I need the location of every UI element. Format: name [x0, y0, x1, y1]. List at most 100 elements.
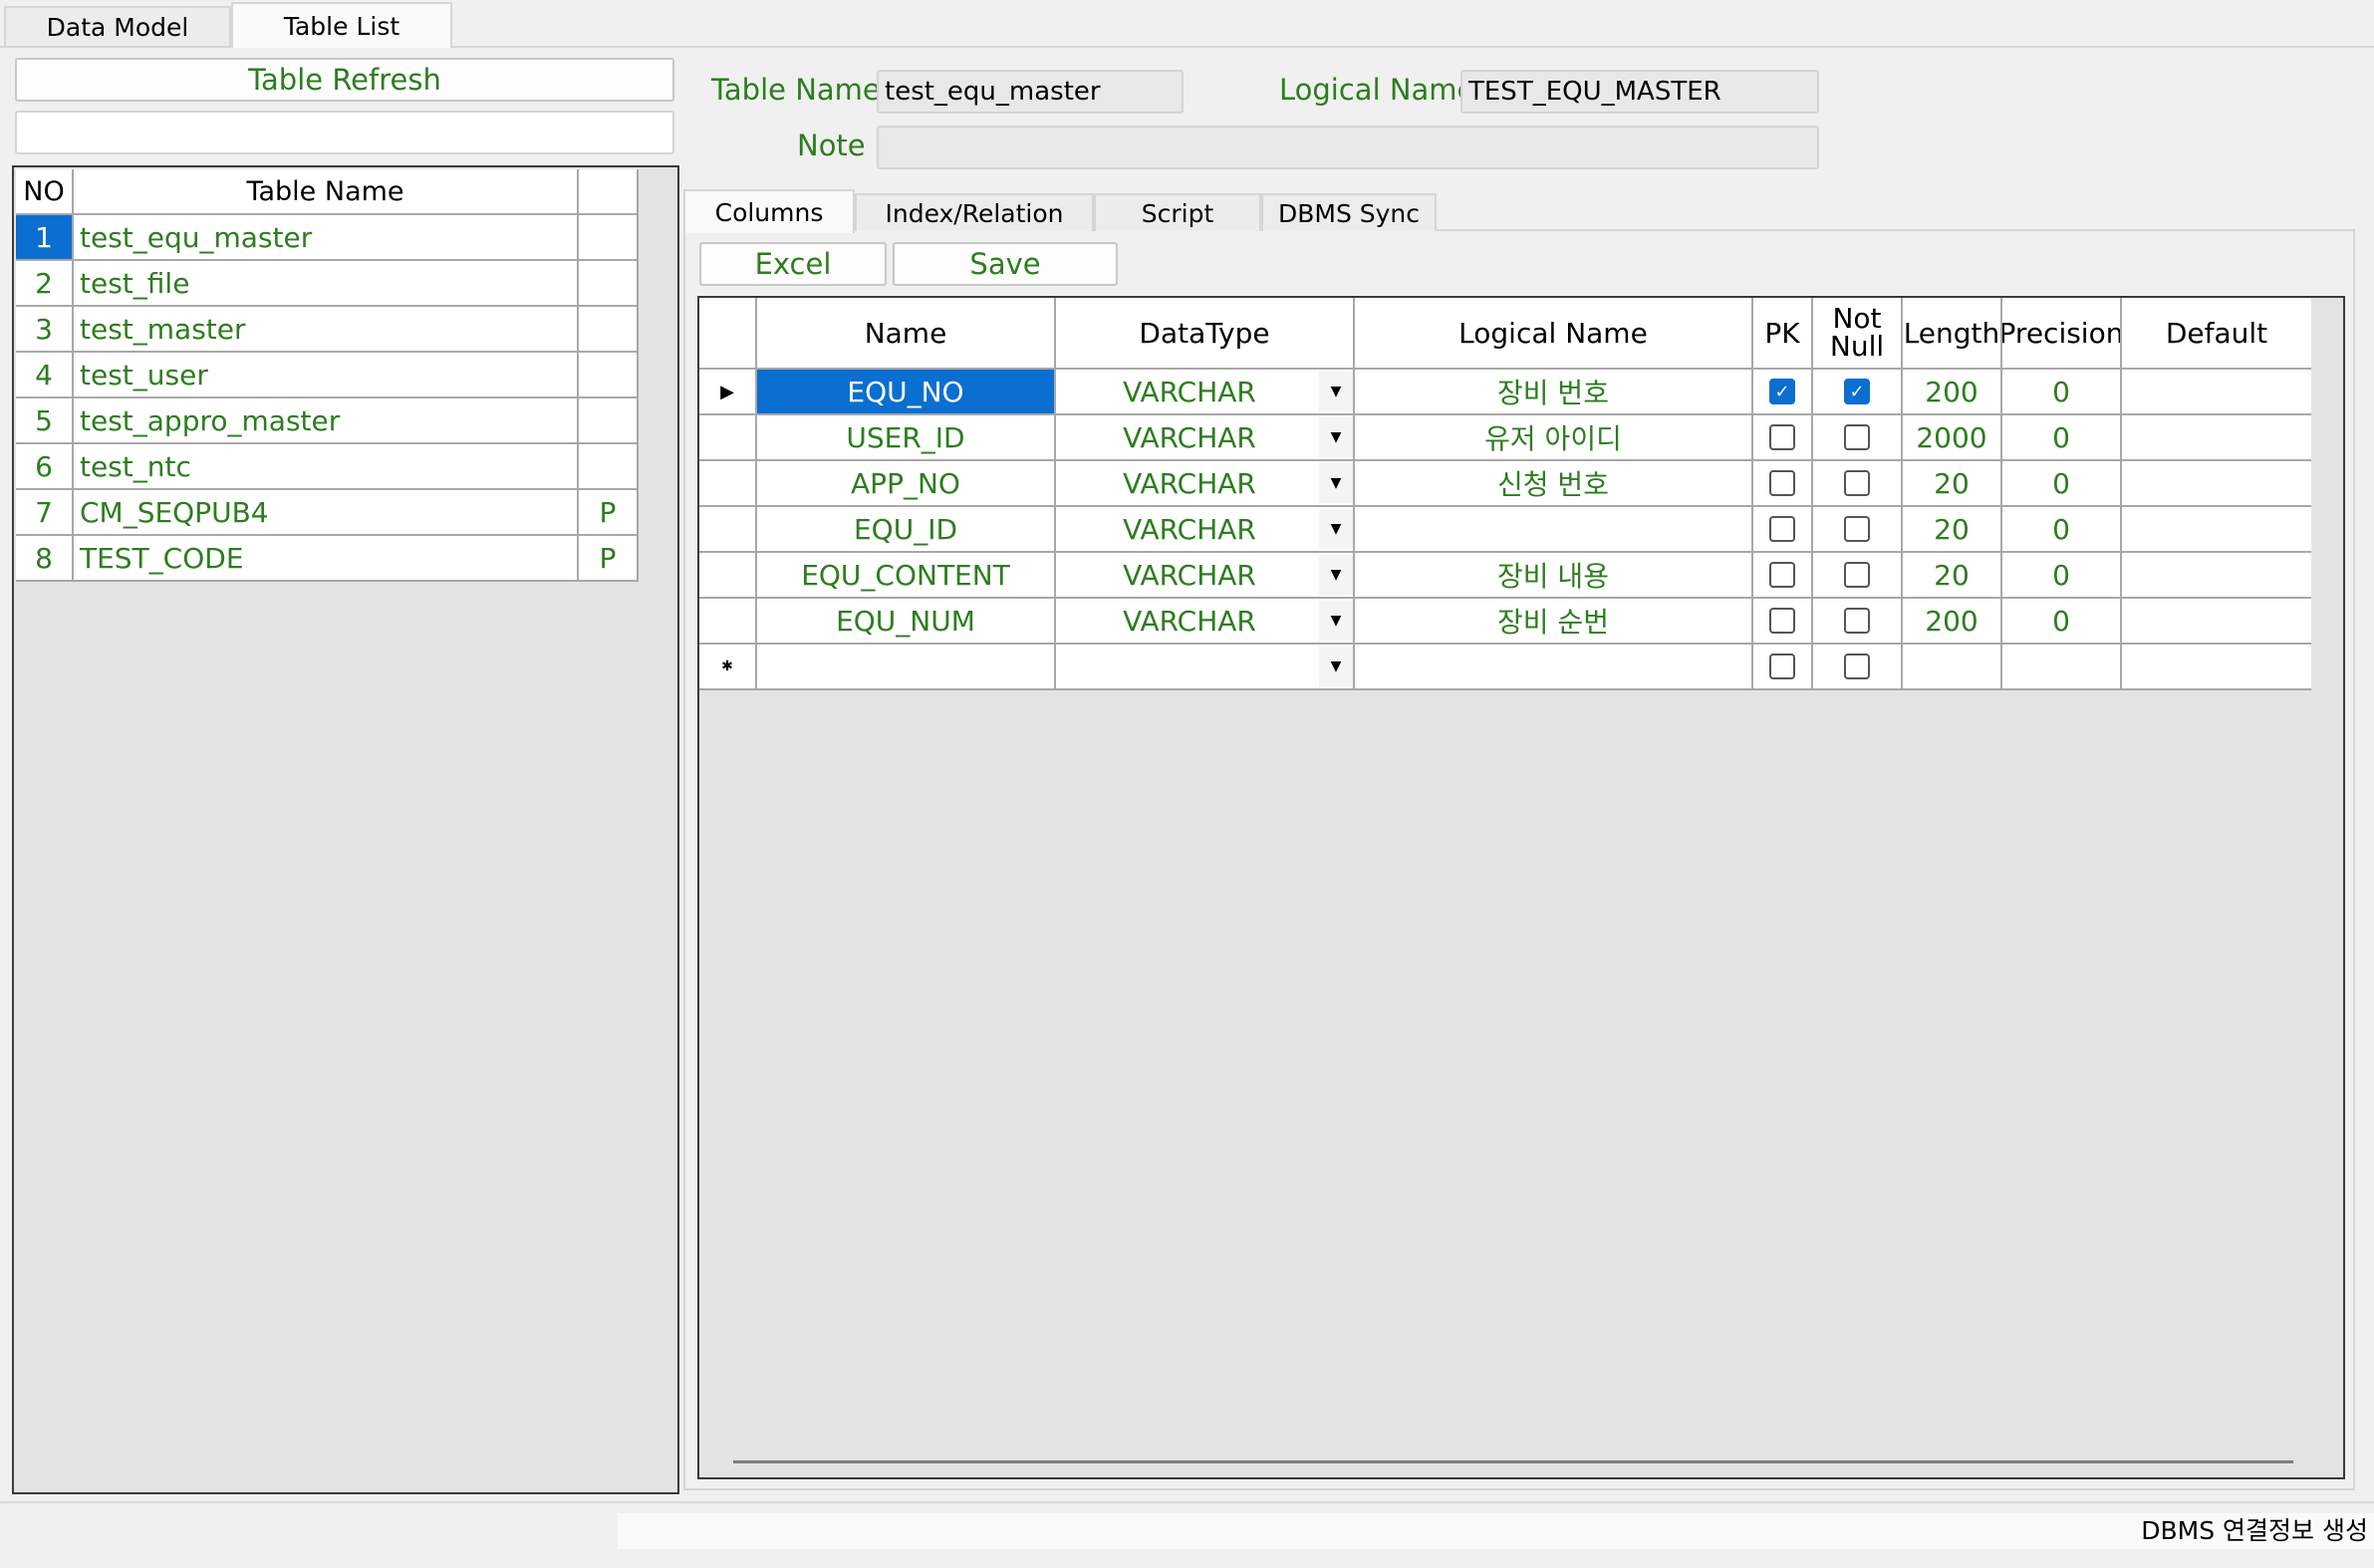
- table-list-no[interactable]: 2: [16, 261, 74, 307]
- pk-checkbox[interactable]: [1769, 516, 1795, 542]
- column-header-precision[interactable]: Precision: [2002, 298, 2122, 370]
- cell-pk[interactable]: ✓: [1753, 370, 1813, 415]
- not-null-checkbox[interactable]: [1844, 562, 1870, 588]
- table-list-row[interactable]: 4 test_user: [16, 353, 639, 398]
- not-null-checkbox[interactable]: [1844, 608, 1870, 634]
- cell-name[interactable]: EQU_ID: [757, 507, 1056, 553]
- row-selector[interactable]: [699, 461, 757, 507]
- cell-datatype[interactable]: VARCHAR ▼: [1056, 461, 1355, 507]
- dropdown-arrow-icon[interactable]: ▼: [1319, 555, 1353, 595]
- row-selector[interactable]: [699, 415, 757, 461]
- horizontal-scrollbar[interactable]: [733, 1460, 2293, 1463]
- cell-length[interactable]: 20: [1903, 507, 2002, 553]
- tab-script[interactable]: Script: [1094, 193, 1261, 231]
- cell-datatype[interactable]: VARCHAR ▼: [1056, 599, 1355, 645]
- tab-columns[interactable]: Columns: [683, 189, 855, 233]
- pk-checkbox[interactable]: [1769, 608, 1795, 634]
- cell-logical-name[interactable]: 신청 번호: [1355, 461, 1753, 507]
- table-list-name[interactable]: test_equ_master: [74, 215, 579, 261]
- row-selector[interactable]: ▶: [699, 370, 757, 415]
- cell-pk[interactable]: [1753, 553, 1813, 599]
- cell-default[interactable]: [2122, 507, 2311, 553]
- pk-checkbox[interactable]: [1769, 562, 1795, 588]
- cell-length[interactable]: 200: [1903, 370, 2002, 415]
- dropdown-arrow-icon[interactable]: ▼: [1319, 417, 1353, 457]
- cell-default[interactable]: [2122, 553, 2311, 599]
- pk-checkbox[interactable]: [1769, 653, 1795, 679]
- table-list-no[interactable]: 6: [16, 444, 74, 490]
- cell-not-null[interactable]: [1813, 507, 1903, 553]
- excel-button[interactable]: Excel: [699, 242, 887, 286]
- table-list-name[interactable]: CM_SEQPUB4: [74, 490, 579, 536]
- table-list-p[interactable]: [579, 444, 639, 490]
- cell-length[interactable]: 200: [1903, 599, 2002, 645]
- not-null-checkbox[interactable]: [1844, 424, 1870, 450]
- not-null-checkbox[interactable]: [1844, 653, 1870, 679]
- cell-name[interactable]: EQU_CONTENT: [757, 553, 1056, 599]
- table-list-no[interactable]: 8: [16, 536, 74, 582]
- table-list-p[interactable]: P: [579, 536, 639, 582]
- column-row[interactable]: EQU_CONTENT VARCHAR ▼ 장비 내용 20 0: [699, 553, 2311, 599]
- table-list-p[interactable]: [579, 353, 639, 398]
- dropdown-arrow-icon[interactable]: ▼: [1319, 509, 1353, 549]
- table-list-row[interactable]: 3 test_master: [16, 307, 639, 353]
- column-header-table-name[interactable]: Table Name: [74, 169, 579, 215]
- column-header-p[interactable]: [579, 169, 639, 215]
- not-null-checkbox[interactable]: [1844, 516, 1870, 542]
- cell-default[interactable]: [2122, 645, 2311, 690]
- column-row[interactable]: EQU_ID VARCHAR ▼ 20 0: [699, 507, 2311, 553]
- cell-datatype[interactable]: VARCHAR ▼: [1056, 415, 1355, 461]
- cell-pk[interactable]: [1753, 599, 1813, 645]
- dropdown-arrow-icon[interactable]: ▼: [1319, 647, 1353, 686]
- table-list-grid[interactable]: NO Table Name 1 test_equ_master 2 test_file…: [12, 165, 679, 1494]
- cell-logical-name[interactable]: [1355, 507, 1753, 553]
- column-row[interactable]: EQU_NUM VARCHAR ▼ 장비 순번 200 0: [699, 599, 2311, 645]
- cell-pk[interactable]: [1753, 461, 1813, 507]
- cell-name[interactable]: [757, 645, 1056, 690]
- table-list-name[interactable]: test_user: [74, 353, 579, 398]
- column-header-length[interactable]: Length: [1903, 298, 2002, 370]
- row-selector[interactable]: [699, 553, 757, 599]
- dropdown-arrow-icon[interactable]: ▼: [1319, 601, 1353, 641]
- cell-default[interactable]: [2122, 415, 2311, 461]
- column-header-default[interactable]: Default: [2122, 298, 2311, 370]
- column-header-logical-name[interactable]: Logical Name: [1355, 298, 1753, 370]
- table-list-name[interactable]: test_master: [74, 307, 579, 353]
- table-list-no[interactable]: 4: [16, 353, 74, 398]
- row-selector[interactable]: [699, 507, 757, 553]
- cell-datatype[interactable]: VARCHAR ▼: [1056, 370, 1355, 415]
- cell-datatype[interactable]: ▼: [1056, 645, 1355, 690]
- cell-name[interactable]: EQU_NO: [757, 370, 1056, 415]
- table-list-p[interactable]: P: [579, 490, 639, 536]
- cell-logical-name[interactable]: [1355, 645, 1753, 690]
- new-row[interactable]: ✱ ▼: [699, 645, 2311, 690]
- table-list-name[interactable]: TEST_CODE: [74, 536, 579, 582]
- cell-default[interactable]: [2122, 461, 2311, 507]
- cell-pk[interactable]: [1753, 507, 1813, 553]
- cell-precision[interactable]: [2002, 645, 2122, 690]
- dropdown-arrow-icon[interactable]: ▼: [1319, 463, 1353, 503]
- table-list-p[interactable]: [579, 307, 639, 353]
- columns-grid[interactable]: Name DataType Logical Name PK Not Null L…: [697, 296, 2345, 1479]
- cell-precision[interactable]: 0: [2002, 461, 2122, 507]
- tab-data-model[interactable]: Data Model: [4, 6, 231, 46]
- table-list-row[interactable]: 7 CM_SEQPUB4 P: [16, 490, 639, 536]
- column-row[interactable]: ▶ EQU_NO VARCHAR ▼ 장비 번호 ✓ ✓ 200 0: [699, 370, 2311, 415]
- table-list-p[interactable]: [579, 215, 639, 261]
- table-list-name[interactable]: test_appro_master: [74, 398, 579, 444]
- column-header-datatype[interactable]: DataType: [1056, 298, 1355, 370]
- column-header-pk[interactable]: PK: [1753, 298, 1813, 370]
- pk-checkbox[interactable]: ✓: [1769, 379, 1795, 404]
- cell-not-null[interactable]: [1813, 553, 1903, 599]
- cell-logical-name[interactable]: 장비 순번: [1355, 599, 1753, 645]
- cell-logical-name[interactable]: 유저 아이디: [1355, 415, 1753, 461]
- cell-datatype[interactable]: VARCHAR ▼: [1056, 507, 1355, 553]
- cell-length[interactable]: 20: [1903, 461, 2002, 507]
- table-list-no[interactable]: 5: [16, 398, 74, 444]
- cell-name[interactable]: EQU_NUM: [757, 599, 1056, 645]
- pk-checkbox[interactable]: [1769, 470, 1795, 496]
- cell-not-null[interactable]: ✓: [1813, 370, 1903, 415]
- cell-logical-name[interactable]: 장비 내용: [1355, 553, 1753, 599]
- save-button[interactable]: Save: [893, 242, 1118, 286]
- cell-default[interactable]: [2122, 599, 2311, 645]
